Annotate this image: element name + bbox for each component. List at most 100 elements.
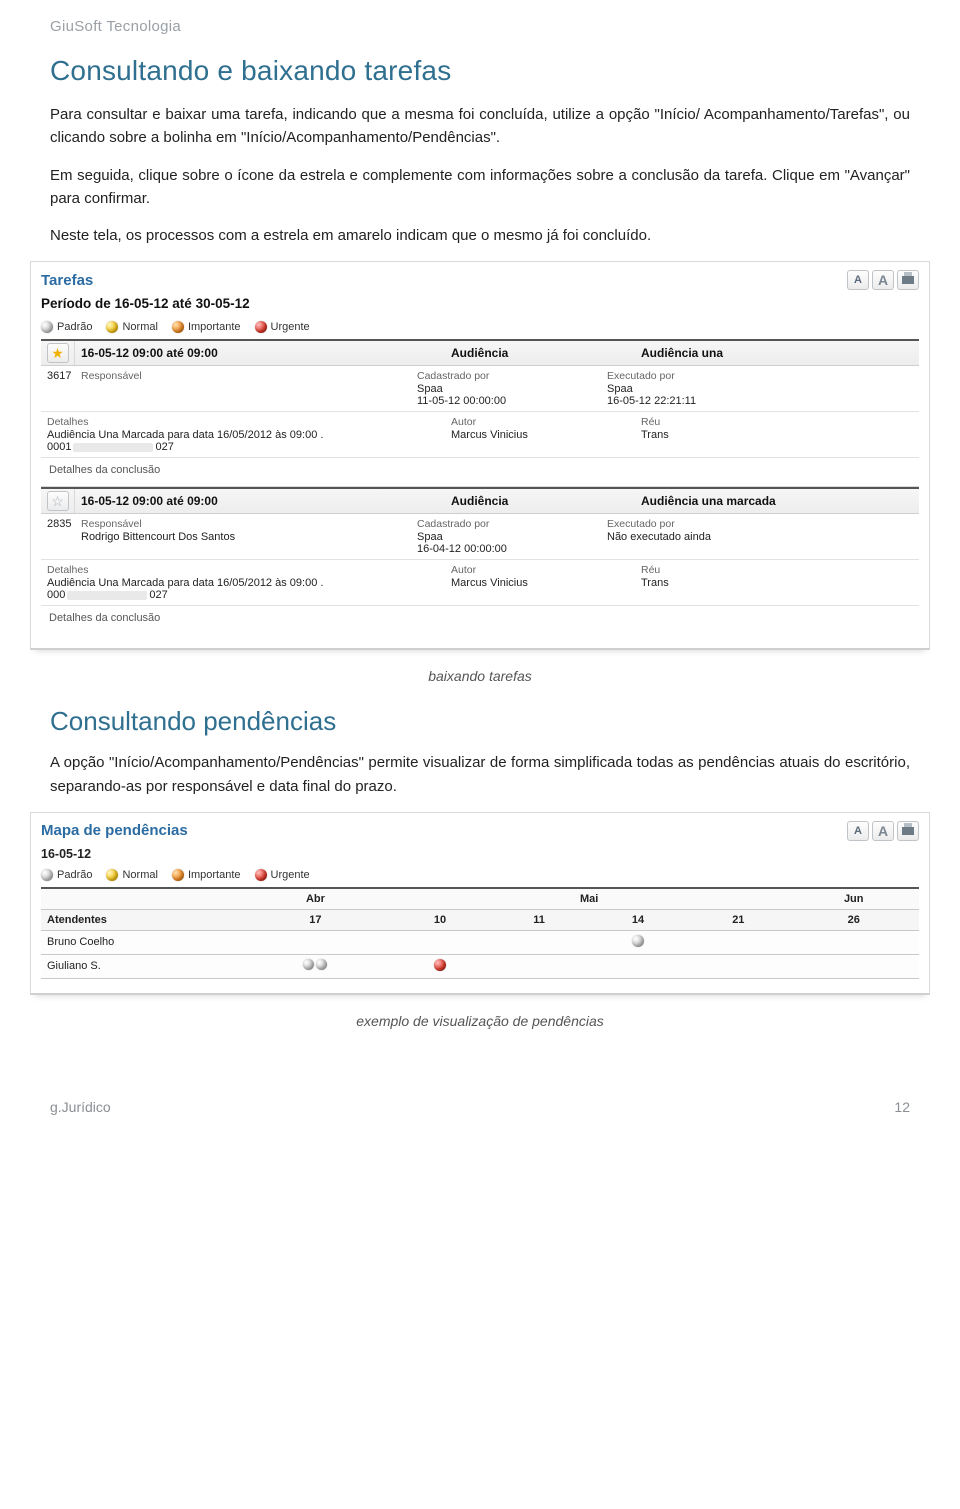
task1-exec-by: Spaa — [607, 383, 633, 395]
dot-urgente-icon — [255, 869, 267, 881]
dot-padrao-icon — [316, 959, 327, 970]
pend-row2-d17[interactable] — [241, 954, 390, 978]
pend-day-11: 11 — [490, 909, 588, 930]
task1-det-label: Detalhes — [47, 416, 439, 428]
dot-urgente-icon — [255, 321, 267, 333]
dot-padrao-icon — [303, 959, 314, 970]
font-smaller-button[interactable]: A — [847, 270, 869, 290]
legend-padrao: Padrão — [57, 321, 92, 333]
pend-table: Abr Mai Jun Atendentes 17 10 11 14 21 26 — [41, 887, 919, 979]
star-filled-icon: ★ — [51, 346, 64, 360]
pend-row1-name: Bruno Coelho — [41, 930, 241, 954]
task1-desc: Audiência una — [635, 341, 919, 365]
pend-col-atend: Atendentes — [41, 909, 241, 930]
task2-det-2b: 027 — [149, 589, 167, 601]
pend-row-1: Bruno Coelho — [41, 930, 919, 954]
task1-star-button[interactable]: ★ — [47, 343, 69, 363]
task2-type: Audiência — [445, 489, 635, 513]
redacted-icon — [73, 443, 153, 452]
dot-normal-icon — [106, 869, 118, 881]
footer-page: 12 — [894, 1099, 910, 1115]
task1-time: 16-05-12 09:00 até 09:00 — [75, 341, 445, 365]
redacted-icon — [67, 591, 147, 600]
task2-cad-by: Spaa — [417, 531, 443, 543]
dot-urgente-icon — [434, 959, 446, 971]
pend-row1-d14[interactable] — [588, 930, 688, 954]
pend-col-mai: Mai — [390, 888, 789, 910]
task1-conclusao: Detalhes da conclusão — [41, 458, 919, 487]
task2-autor: Marcus Vinicius — [451, 577, 528, 589]
pend-legend-normal: Normal — [122, 869, 157, 881]
pend-day-row: Atendentes 17 10 11 14 21 26 — [41, 909, 919, 930]
dot-padrao-icon — [632, 935, 644, 947]
font-larger-button[interactable]: A — [872, 270, 894, 290]
legend-importante: Importante — [188, 321, 241, 333]
task2-cad-label: Cadastrado por — [417, 518, 595, 530]
task1-type: Audiência — [445, 341, 635, 365]
task1-autor: Marcus Vinicius — [451, 429, 528, 441]
pendencias-panel: Mapa de pendências A A 16-05-12 Padrão N… — [30, 812, 930, 995]
pend-col-jun: Jun — [788, 888, 919, 910]
task1-exec-dt: 16-05-12 22:21:11 — [607, 395, 696, 407]
task1-cad-by: Spaa — [417, 383, 443, 395]
paragraph-3: Neste tela, os processos com a estrela e… — [50, 224, 910, 247]
tarefas-period: Período de 16-05-12 até 30-05-12 — [41, 296, 919, 311]
pend-day-17: 17 — [241, 909, 390, 930]
pend-col-abr: Abr — [241, 888, 390, 910]
task-block-1: ★ 16-05-12 09:00 até 09:00 Audiência Aud… — [41, 339, 919, 487]
task1-det-2b: 027 — [155, 441, 173, 453]
caption-2: exemplo de visualização de pendências — [50, 1013, 910, 1029]
caption-1: baixando tarefas — [50, 668, 910, 684]
task2-resp-label: Responsável — [81, 518, 405, 530]
pend-legend: Padrão Normal Importante Urgente — [41, 869, 919, 881]
pend-day-26: 26 — [788, 909, 919, 930]
task1-cad-dt: 11-05-12 00:00:00 — [417, 395, 506, 407]
pend-legend-padrao: Padrão — [57, 869, 92, 881]
paragraph-2: Em seguida, clique sobre o ícone da estr… — [50, 164, 910, 211]
paragraph-4: A opção "Início/Acompanhamento/Pendência… — [50, 751, 910, 798]
task1-cad-label: Cadastrado por — [417, 370, 595, 382]
pend-legend-importante: Importante — [188, 869, 241, 881]
task2-reu-label: Réu — [641, 564, 913, 576]
print-button[interactable] — [897, 821, 919, 841]
task2-time: 16-05-12 09:00 até 09:00 — [75, 489, 445, 513]
tarefas-panel: Tarefas A A Período de 16-05-12 até 30-0… — [30, 261, 930, 650]
font-larger-button[interactable]: A — [872, 821, 894, 841]
paragraph-1: Para consultar e baixar uma tarefa, indi… — [50, 103, 910, 150]
task-block-2: ☆ 16-05-12 09:00 até 09:00 Audiência Aud… — [41, 487, 919, 634]
pend-month-row: Abr Mai Jun — [41, 888, 919, 910]
font-smaller-button[interactable]: A — [847, 821, 869, 841]
section1-title: Consultando e baixando tarefas — [50, 55, 910, 87]
task1-resp-label: Responsável — [81, 370, 405, 382]
task2-desc: Audiência una marcada — [635, 489, 919, 513]
pend-row2-d10[interactable] — [390, 954, 490, 978]
pend-day-10: 10 — [390, 909, 490, 930]
pend-day-21: 21 — [688, 909, 788, 930]
dot-padrao-icon — [41, 321, 53, 333]
pend-day-14: 14 — [588, 909, 688, 930]
tarefas-toolbar: A A — [847, 270, 919, 290]
task2-id: 2835 — [41, 514, 75, 559]
task1-reu: Trans — [641, 429, 669, 441]
task2-exec-label: Executado por — [607, 518, 913, 530]
dot-normal-icon — [106, 321, 118, 333]
task2-star-button[interactable]: ☆ — [47, 491, 69, 511]
dot-importante-icon — [172, 321, 184, 333]
page-footer: g.Jurídico 12 — [50, 1099, 910, 1115]
task2-exec-by: Não executado ainda — [607, 531, 711, 543]
pend-date: 16-05-12 — [41, 847, 919, 861]
task2-det-2a: 000 — [47, 589, 65, 601]
pend-legend-urgente: Urgente — [271, 869, 310, 881]
task1-exec-label: Executado por — [607, 370, 913, 382]
pend-row2-name: Giuliano S. — [41, 954, 241, 978]
section2-title: Consultando pendências — [50, 706, 910, 737]
task1-reu-label: Réu — [641, 416, 913, 428]
task2-det-1: Audiência Una Marcada para data 16/05/20… — [47, 577, 323, 589]
print-button[interactable] — [897, 270, 919, 290]
brand-name: GiuSoft Tecnologia — [50, 18, 910, 35]
task2-resp: Rodrigo Bittencourt Dos Santos — [81, 531, 235, 543]
task2-det-label: Detalhes — [47, 564, 439, 576]
task2-autor-label: Autor — [451, 564, 629, 576]
task1-id: 3617 — [41, 366, 75, 411]
task2-cad-dt: 16-04-12 00:00:00 — [417, 543, 507, 555]
